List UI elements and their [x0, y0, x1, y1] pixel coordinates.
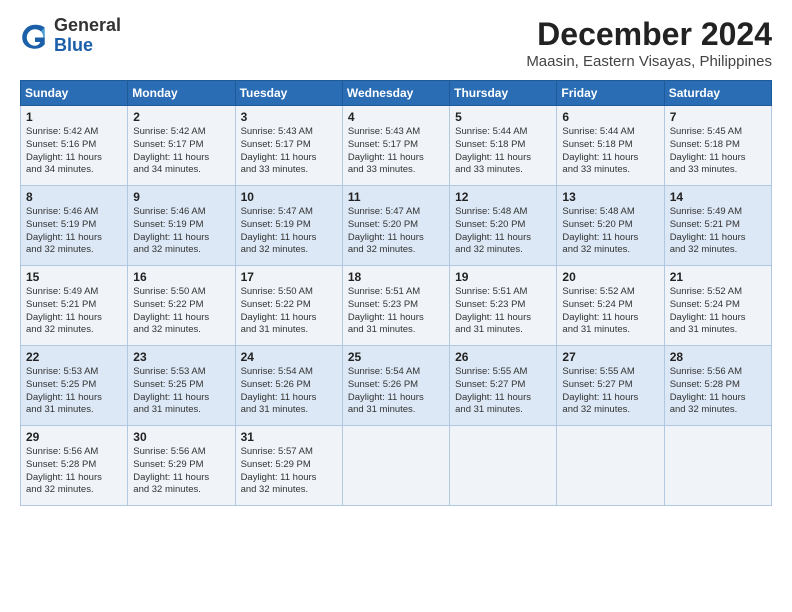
table-row: 8 Sunrise: 5:46 AMSunset: 5:19 PMDayligh… [21, 186, 772, 266]
list-item: 9 Sunrise: 5:46 AMSunset: 5:19 PMDayligh… [128, 186, 235, 266]
page-subtitle: Maasin, Eastern Visayas, Philippines [526, 53, 772, 70]
page: General Blue December 2024 Maasin, Easte… [0, 0, 792, 516]
list-item: 15 Sunrise: 5:49 AMSunset: 5:21 PMDaylig… [21, 266, 128, 346]
table-row: 15 Sunrise: 5:49 AMSunset: 5:21 PMDaylig… [21, 266, 772, 346]
calendar: Sunday Monday Tuesday Wednesday Thursday… [20, 80, 772, 506]
title-block: December 2024 Maasin, Eastern Visayas, P… [526, 16, 772, 70]
list-item: 17 Sunrise: 5:50 AMSunset: 5:22 PMDaylig… [235, 266, 342, 346]
empty-cell [557, 426, 664, 506]
list-item: 12 Sunrise: 5:48 AMSunset: 5:20 PMDaylig… [450, 186, 557, 266]
header: General Blue December 2024 Maasin, Easte… [20, 16, 772, 70]
logo: General Blue [20, 16, 121, 56]
list-item: 28 Sunrise: 5:56 AMSunset: 5:28 PMDaylig… [664, 346, 771, 426]
header-wednesday: Wednesday [342, 81, 449, 106]
header-friday: Friday [557, 81, 664, 106]
list-item: 2 Sunrise: 5:42 AMSunset: 5:17 PMDayligh… [128, 106, 235, 186]
page-title: December 2024 [526, 16, 772, 53]
header-monday: Monday [128, 81, 235, 106]
list-item: 8 Sunrise: 5:46 AMSunset: 5:19 PMDayligh… [21, 186, 128, 266]
list-item: 5 Sunrise: 5:44 AMSunset: 5:18 PMDayligh… [450, 106, 557, 186]
list-item: 29 Sunrise: 5:56 AMSunset: 5:28 PMDaylig… [21, 426, 128, 506]
empty-cell [342, 426, 449, 506]
header-thursday: Thursday [450, 81, 557, 106]
list-item: 10 Sunrise: 5:47 AMSunset: 5:19 PMDaylig… [235, 186, 342, 266]
list-item: 13 Sunrise: 5:48 AMSunset: 5:20 PMDaylig… [557, 186, 664, 266]
list-item: 26 Sunrise: 5:55 AMSunset: 5:27 PMDaylig… [450, 346, 557, 426]
list-item: 22 Sunrise: 5:53 AMSunset: 5:25 PMDaylig… [21, 346, 128, 426]
logo-text: General Blue [54, 16, 121, 56]
calendar-header-row: Sunday Monday Tuesday Wednesday Thursday… [21, 81, 772, 106]
header-sunday: Sunday [21, 81, 128, 106]
list-item: 14 Sunrise: 5:49 AMSunset: 5:21 PMDaylig… [664, 186, 771, 266]
table-row: 29 Sunrise: 5:56 AMSunset: 5:28 PMDaylig… [21, 426, 772, 506]
logo-blue: Blue [54, 36, 121, 56]
list-item: 16 Sunrise: 5:50 AMSunset: 5:22 PMDaylig… [128, 266, 235, 346]
header-saturday: Saturday [664, 81, 771, 106]
list-item: 31 Sunrise: 5:57 AMSunset: 5:29 PMDaylig… [235, 426, 342, 506]
list-item: 6 Sunrise: 5:44 AMSunset: 5:18 PMDayligh… [557, 106, 664, 186]
logo-general: General [54, 16, 121, 36]
list-item: 20 Sunrise: 5:52 AMSunset: 5:24 PMDaylig… [557, 266, 664, 346]
list-item: 21 Sunrise: 5:52 AMSunset: 5:24 PMDaylig… [664, 266, 771, 346]
list-item: 3 Sunrise: 5:43 AMSunset: 5:17 PMDayligh… [235, 106, 342, 186]
empty-cell [664, 426, 771, 506]
table-row: 1 Sunrise: 5:42 AMSunset: 5:16 PMDayligh… [21, 106, 772, 186]
list-item: 27 Sunrise: 5:55 AMSunset: 5:27 PMDaylig… [557, 346, 664, 426]
list-item: 23 Sunrise: 5:53 AMSunset: 5:25 PMDaylig… [128, 346, 235, 426]
list-item: 1 Sunrise: 5:42 AMSunset: 5:16 PMDayligh… [21, 106, 128, 186]
list-item: 18 Sunrise: 5:51 AMSunset: 5:23 PMDaylig… [342, 266, 449, 346]
list-item: 24 Sunrise: 5:54 AMSunset: 5:26 PMDaylig… [235, 346, 342, 426]
list-item: 25 Sunrise: 5:54 AMSunset: 5:26 PMDaylig… [342, 346, 449, 426]
header-tuesday: Tuesday [235, 81, 342, 106]
empty-cell [450, 426, 557, 506]
list-item: 19 Sunrise: 5:51 AMSunset: 5:23 PMDaylig… [450, 266, 557, 346]
list-item: 4 Sunrise: 5:43 AMSunset: 5:17 PMDayligh… [342, 106, 449, 186]
list-item: 7 Sunrise: 5:45 AMSunset: 5:18 PMDayligh… [664, 106, 771, 186]
list-item: 11 Sunrise: 5:47 AMSunset: 5:20 PMDaylig… [342, 186, 449, 266]
table-row: 22 Sunrise: 5:53 AMSunset: 5:25 PMDaylig… [21, 346, 772, 426]
list-item: 30 Sunrise: 5:56 AMSunset: 5:29 PMDaylig… [128, 426, 235, 506]
